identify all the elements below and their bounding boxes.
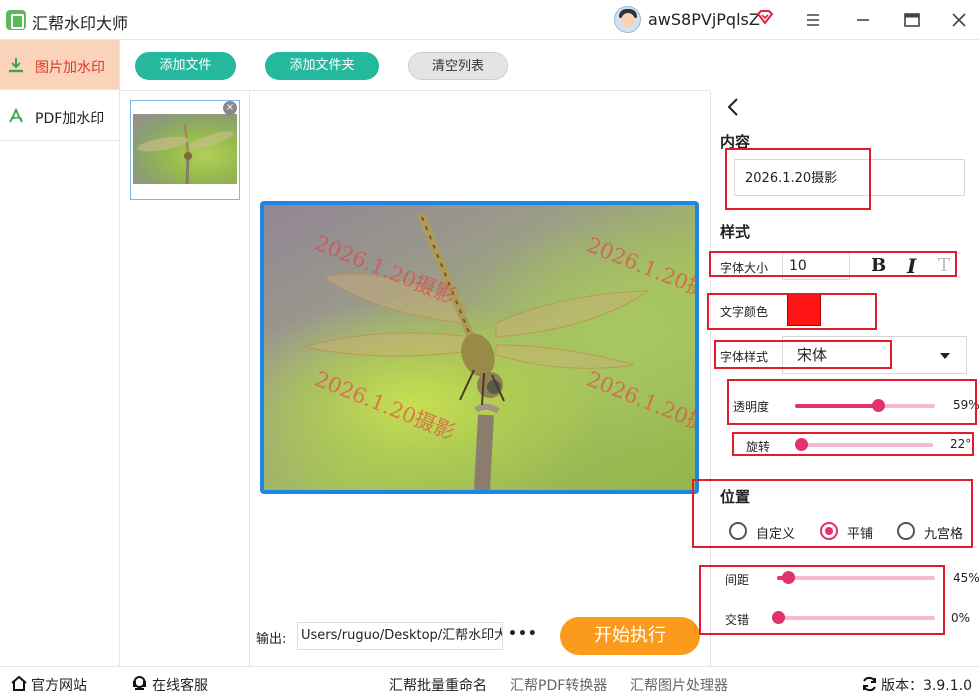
maximize-icon[interactable] [899, 7, 925, 33]
sidebar-item-image-watermark[interactable]: 图片加水印 [0, 40, 119, 90]
spacing-value: 45% [953, 571, 979, 585]
offset-value: 0% [951, 611, 971, 625]
style-section-title: 样式 [720, 223, 751, 241]
highlight-box [725, 148, 871, 210]
version-label: 版本：3.9.1.0 [881, 678, 972, 694]
sidebar-item-pdf-watermark[interactable]: PDF加水印 [0, 91, 119, 141]
minimize-icon[interactable] [850, 7, 876, 33]
headset-icon [133, 676, 146, 690]
add-folder-button[interactable]: 添加文件夹 [265, 52, 379, 80]
output-label: 输出: [256, 632, 287, 647]
file-thumbnail[interactable] [130, 100, 240, 200]
app-title: 汇帮水印大师 [32, 14, 129, 33]
highlight-box [727, 379, 977, 425]
download-icon [9, 58, 23, 73]
highlight-box [709, 251, 957, 277]
highlight-box [699, 565, 945, 635]
official-website-link[interactable]: 官方网站 [31, 675, 87, 695]
pdf-icon [9, 108, 23, 123]
dragonfly-thumbnail-image [133, 114, 237, 184]
add-file-button[interactable]: 添加文件 [135, 52, 236, 80]
vip-diamond-icon[interactable] [756, 9, 774, 25]
rename-tool-link[interactable]: 汇帮批量重命名 [389, 675, 487, 695]
refresh-icon[interactable] [861, 676, 878, 692]
home-icon [11, 675, 27, 691]
clear-list-button[interactable]: 清空列表 [408, 52, 508, 80]
app-logo-icon [6, 10, 26, 30]
title-bar [0, 0, 979, 40]
menu-icon[interactable] [800, 7, 826, 33]
preview-image-frame: 2026.1.20摄影 2026.1.20摄影 2026.1.20摄影 2026… [260, 201, 699, 494]
dragonfly-thumb-drawing [137, 123, 234, 184]
close-icon[interactable] [946, 7, 972, 33]
highlight-box [707, 293, 877, 330]
image-processor-link[interactable]: 汇帮图片处理器 [630, 675, 728, 695]
back-chevron-icon[interactable] [724, 96, 744, 118]
sidebar-item-label: PDF加水印 [35, 111, 105, 127]
dragonfly-preview-image: 2026.1.20摄影 2026.1.20摄影 2026.1.20摄影 2026… [264, 205, 695, 490]
start-button[interactable]: 开始执行 [560, 617, 700, 655]
highlight-box [692, 479, 973, 548]
more-options-icon[interactable]: ••• [508, 626, 538, 642]
sidebar: 图片加水印 PDF加水印 [0, 40, 120, 666]
dropdown-caret-icon [940, 353, 950, 359]
online-support-link[interactable]: 在线客服 [152, 675, 208, 695]
highlight-box [732, 432, 974, 456]
output-path-field[interactable]: Users/ruguo/Desktop/汇帮水印大师 [297, 622, 503, 650]
remove-file-icon[interactable]: × [223, 101, 237, 115]
sidebar-item-label: 图片加水印 [35, 60, 105, 76]
avatar[interactable] [614, 6, 641, 33]
username[interactable]: awS8PVjPqlsZ [648, 10, 760, 29]
pdf-converter-link[interactable]: 汇帮PDF转换器 [510, 675, 607, 695]
highlight-box [714, 340, 892, 369]
